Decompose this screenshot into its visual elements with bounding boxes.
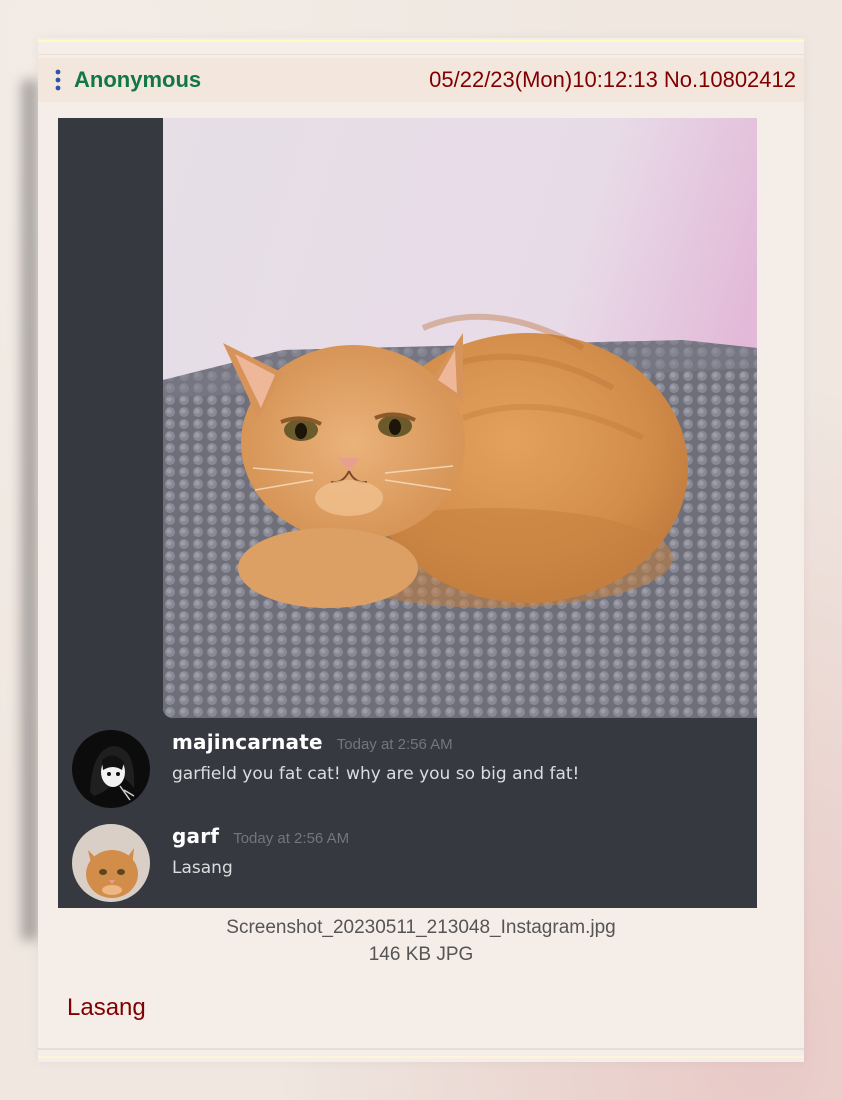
message-timestamp: Today at 2:56 AM xyxy=(233,830,350,847)
message-text: garfield you fat cat! why are you so big… xyxy=(172,764,580,784)
page-shadow xyxy=(18,80,40,940)
message-body: majincarnate Today at 2:56 AM garfield y… xyxy=(172,730,579,784)
post-card: Anonymous 05/22/23(Mon)10:12:13 No.10802… xyxy=(38,38,804,1062)
message-username[interactable]: garf xyxy=(172,824,219,848)
cat-photo xyxy=(163,118,757,718)
message-username[interactable]: majincarnate xyxy=(172,730,323,754)
message-body: garf Today at 2:56 AM Lasang xyxy=(172,824,349,878)
chat-message: majincarnate Today at 2:56 AM garfield y… xyxy=(72,730,579,808)
attachment-filesize: 146 KB JPG xyxy=(368,944,474,965)
vertical-ellipsis-icon[interactable] xyxy=(46,65,70,95)
message-text: Lasang xyxy=(172,858,233,878)
post-header: Anonymous 05/22/23(Mon)10:12:13 No.10802… xyxy=(38,58,804,102)
post-datetime: 05/22/23(Mon)10:12:13 xyxy=(429,67,658,92)
file-info: Screenshot_20230511_213048_Instagram.jpg… xyxy=(38,914,804,968)
avatar-majincarnate[interactable] xyxy=(72,730,150,808)
message-header: majincarnate Today at 2:56 AM xyxy=(172,730,579,754)
avatar-garf[interactable] xyxy=(72,824,150,902)
card-bottom-border xyxy=(38,1048,804,1058)
poster-name: Anonymous xyxy=(74,67,202,92)
post-meta: 05/22/23(Mon)10:12:13 No.10802412 xyxy=(429,67,796,93)
chat-message: garf Today at 2:56 AM Lasang xyxy=(72,824,349,902)
post-comment: Lasang xyxy=(67,994,146,1021)
attachment-thumbnail[interactable]: majincarnate Today at 2:56 AM garfield y… xyxy=(58,118,757,908)
card-top-border xyxy=(38,40,804,55)
post-number-link[interactable]: No.10802412 xyxy=(664,67,796,93)
attachment-filename-link[interactable]: Screenshot_20230511_213048_Instagram.jpg xyxy=(38,914,804,941)
message-header: garf Today at 2:56 AM xyxy=(172,824,349,848)
message-timestamp: Today at 2:56 AM xyxy=(336,736,453,753)
